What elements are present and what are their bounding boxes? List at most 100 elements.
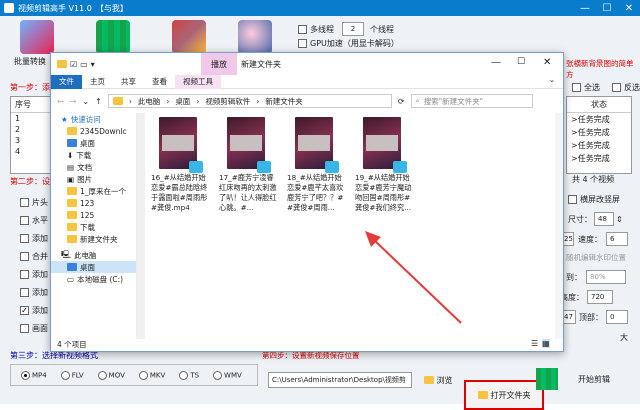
invert-checkbox[interactable] [612, 83, 621, 92]
thread-count-input[interactable]: 2 [342, 22, 364, 36]
open-folder-button[interactable]: 打开文件夹 [464, 380, 544, 410]
tab-video-tools[interactable]: 视频工具 [175, 75, 221, 89]
recent-dropdown-icon[interactable]: ⌄ [82, 97, 89, 106]
close-icon[interactable]: ✕ [543, 57, 551, 68]
table-row[interactable]: 1 [11, 113, 51, 124]
ribbon-expand-icon[interactable]: ⌄ [549, 75, 555, 88]
breadcrumb-item[interactable]: 桌面 [175, 96, 190, 107]
breadcrumb[interactable]: › 此电脑 › 桌面 › 视频剪辑软件 › 新建文件夹 [107, 94, 392, 108]
status-list[interactable]: 状态 >任务完成 >任务完成 >任务完成 >任务完成 [566, 96, 632, 174]
breadcrumb-item[interactable]: 此电脑 [138, 96, 161, 107]
start-button-label[interactable]: 开始剪辑 [578, 374, 610, 385]
minimize-icon[interactable]: — [491, 57, 501, 68]
close-icon[interactable]: ✕ [618, 0, 640, 16]
step1-label: 第一步：添 [10, 83, 50, 92]
qat-dropdown-icon[interactable]: ▾ [91, 60, 95, 69]
nav-item[interactable]: 🖳 此电脑 [51, 249, 136, 261]
folder-icon [112, 97, 123, 105]
option-checkbox[interactable] [20, 198, 29, 207]
nav-item[interactable]: 125 [51, 209, 136, 221]
batch-convert-icon[interactable] [20, 20, 54, 54]
nav-item[interactable]: ▣ 图片 [51, 173, 136, 185]
tab-view[interactable]: 查看 [144, 75, 175, 89]
to-select[interactable]: 80% [586, 270, 626, 284]
option-checkbox[interactable] [20, 324, 29, 333]
size-stepper-icon[interactable]: ⇕ [616, 215, 623, 224]
status-bar: 4 个项目 [57, 340, 87, 349]
format-radio[interactable] [60, 370, 70, 380]
right-hint[interactable]: 张横新背景图的简单方 [566, 58, 640, 80]
nav-item[interactable]: 2345Downlc [51, 125, 136, 137]
search-input[interactable]: ⌕ 搜索"新建文件夹" [410, 94, 533, 108]
minimize-icon[interactable]: — [574, 0, 596, 16]
tab-share[interactable]: 共享 [113, 75, 144, 89]
nav-scrollbar[interactable] [137, 113, 145, 339]
option-checkbox[interactable] [20, 270, 29, 279]
large-icons-view-icon[interactable]: ▦ [542, 339, 550, 348]
people-icon[interactable] [238, 20, 272, 54]
qat-check-icon[interactable]: ☑ [70, 60, 77, 69]
video-file[interactable]: 17_#鹿芳宁凌睿红床吻再的太刺激了叭！让人得脸红心跳。#... [215, 117, 277, 227]
start-film-icon[interactable] [536, 368, 558, 390]
folder-icon [67, 127, 77, 135]
gpu-checkbox[interactable] [298, 39, 307, 48]
nav-item[interactable]: ⬇ 下载 [51, 149, 136, 161]
play-context-tab[interactable]: 播放 [201, 53, 237, 75]
up-icon[interactable]: ↑ [95, 97, 102, 106]
nav-item[interactable]: ▭ 本地磁盘 (C:) [51, 273, 136, 285]
nav-item[interactable]: ▤ 文档 [51, 161, 136, 173]
table-row[interactable]: 4 [11, 146, 51, 157]
option-checkbox[interactable] [20, 234, 29, 243]
nav-item[interactable]: 桌面 [51, 137, 136, 149]
tab-file[interactable]: 文件 [51, 75, 82, 89]
top-input[interactable]: 0 [606, 310, 628, 324]
video-play-icon [257, 161, 271, 173]
nav-item[interactable]: 123 [51, 197, 136, 209]
browse-button[interactable]: 浏览 [418, 372, 458, 388]
video-file[interactable]: 19_#从结婚开始恋爱#鹿芳宁魔动吻回国#周雨彤#龚俊#我们终究... [351, 117, 413, 227]
nav-item[interactable]: ★ 快速访问 [51, 113, 136, 125]
forward-icon[interactable]: → [70, 97, 77, 106]
save-path-input[interactable]: C:\Users\Administrator\Desktop\视频剪 [268, 372, 412, 388]
batch-convert-label[interactable]: 批量转换 [14, 56, 46, 67]
table-row[interactable]: 2 [11, 124, 51, 135]
speed-select[interactable]: 6 [606, 232, 628, 246]
option-checkbox[interactable] [20, 216, 29, 225]
format-radio[interactable] [21, 370, 30, 380]
details-view-icon[interactable]: ☰ [531, 339, 538, 348]
option-label: 添加 [32, 270, 48, 279]
nav-item[interactable]: 1_厚来在一个 [51, 185, 136, 197]
height-input[interactable]: 720 [587, 290, 613, 304]
breadcrumb-item[interactable]: 新建文件夹 [265, 96, 303, 107]
video-file[interactable]: 18_#从结婚开始恋爱#鹿芊太喜欢鹿芳宁了吧？？##龚俊#周雨... [283, 117, 345, 227]
back-icon[interactable]: ← [57, 97, 64, 106]
tab-home[interactable]: 主页 [82, 75, 113, 89]
refresh-icon[interactable]: ⟳ [398, 97, 405, 106]
video-file[interactable]: 16_#从结婚开始恋爱#霸总陆晗终于露面啦#周雨彤#龚俊.mp4 [147, 117, 209, 227]
status-cell: >任务完成 [571, 141, 610, 150]
qat-folder-icon[interactable]: ▭ [80, 60, 88, 69]
maximize-icon[interactable]: ☐ [596, 0, 618, 16]
film-icon[interactable] [96, 20, 130, 54]
nav-item[interactable]: 下载 [51, 221, 136, 233]
format-radio[interactable] [213, 370, 223, 380]
option-checkbox[interactable] [20, 306, 29, 315]
format-radio[interactable] [97, 370, 107, 380]
select-all-checkbox[interactable] [572, 83, 581, 92]
status-cell: >任务完成 [571, 128, 610, 137]
nav-item[interactable]: 新建文件夹 [51, 233, 136, 245]
breadcrumb-item[interactable]: 视频剪辑软件 [205, 96, 250, 107]
size-input[interactable]: 48 [594, 212, 614, 226]
option-checkbox[interactable] [20, 288, 29, 297]
task-list[interactable]: 序号 1 2 3 4 [10, 96, 52, 174]
file-scrollbar[interactable] [555, 113, 563, 339]
option-checkbox[interactable] [20, 252, 29, 261]
format-radio[interactable] [138, 370, 148, 380]
multithread-checkbox[interactable] [298, 24, 307, 34]
table-row[interactable]: 3 [11, 135, 51, 146]
nav-item[interactable]: 桌面 [51, 261, 136, 273]
maximize-icon[interactable]: ☐ [517, 57, 525, 67]
video-edit-icon[interactable] [172, 20, 206, 54]
horizontal-checkbox[interactable] [568, 195, 577, 204]
format-radio[interactable] [179, 370, 189, 380]
